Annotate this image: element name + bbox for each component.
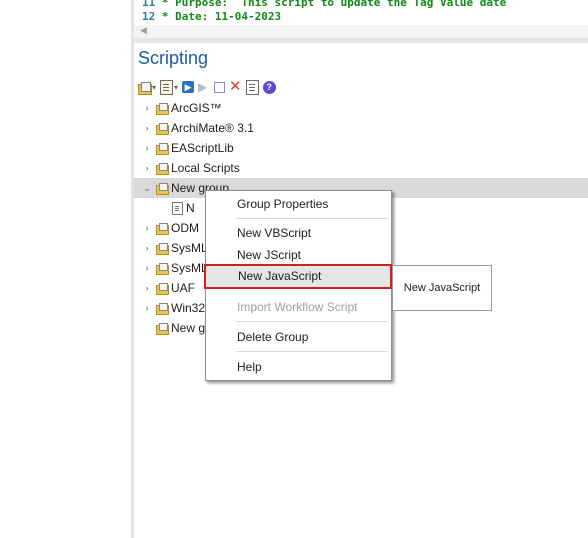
menu-item-help[interactable]: Help [206, 356, 391, 378]
code-line-11: 11 * Purpose: This script to update the … [142, 0, 507, 9]
run-script-button[interactable]: ▶ [182, 79, 195, 95]
panel-title: Scripting [138, 48, 209, 68]
script-group-icon [156, 283, 169, 295]
tooltip: New JavaScript [392, 265, 492, 311]
chevron-right-icon[interactable]: › [142, 143, 152, 153]
context-menu: Group Properties New VBScript New JScrip… [204, 190, 392, 381]
chevron-right-icon[interactable]: › [142, 163, 152, 173]
script-group-icon [156, 223, 169, 235]
debug-script-button[interactable]: ▶ [198, 79, 210, 95]
chevron-right-icon[interactable]: › [142, 223, 152, 233]
help-button[interactable]: ? [262, 79, 276, 95]
script-group-icon [156, 163, 169, 175]
chevron-right-icon[interactable]: › [142, 103, 152, 113]
properties-button[interactable] [245, 79, 259, 95]
menu-separator [236, 321, 388, 322]
code-editor[interactable]: 11 * Purpose: This script to update the … [134, 0, 588, 38]
menu-item-group-properties[interactable]: Group Properties [206, 193, 391, 215]
left-empty-area [0, 0, 131, 538]
chevron-down-icon[interactable]: ▾ [152, 83, 156, 92]
menu-item-new-vbscript[interactable]: New VBScript [206, 222, 391, 244]
stop-script-button[interactable] [214, 79, 226, 95]
script-group-icon [156, 183, 169, 195]
menu-item-delete-group[interactable]: Delete Group [206, 326, 391, 348]
new-script-button[interactable]: ▾ [160, 79, 178, 95]
chevron-down-icon[interactable]: ⌄ [142, 183, 152, 194]
chevron-right-icon[interactable]: › [142, 123, 152, 133]
code-line-12: 12 * Date: 11-04-2023 [142, 10, 282, 23]
scroll-left-icon[interactable]: ◀ [140, 25, 147, 36]
tree-item[interactable]: › ArcGIS™ [134, 98, 588, 118]
new-script-group-button[interactable]: ▾ [138, 79, 156, 95]
chevron-down-icon[interactable]: ▾ [174, 83, 178, 92]
script-group-icon [156, 243, 169, 255]
help-icon: ? [262, 80, 276, 94]
stop-script-icon [214, 81, 226, 93]
menu-item-new-jscript[interactable]: New JScript [206, 244, 391, 266]
tree-item[interactable]: › EAScriptLib [134, 138, 588, 158]
chevron-right-icon[interactable]: › [142, 283, 152, 293]
script-group-icon [156, 303, 169, 315]
horizontal-scrollbar[interactable]: ◀ [134, 25, 588, 38]
menu-separator [236, 351, 388, 352]
script-group-icon [156, 103, 169, 115]
tree-item[interactable]: › ArchiMate® 3.1 [134, 118, 588, 138]
menu-item-import-workflow-script: Import Workflow Script [237, 300, 358, 314]
chevron-right-icon[interactable]: › [142, 243, 152, 253]
run-script-icon: ▶ [182, 81, 195, 93]
debug-script-icon: ▶ [198, 80, 208, 94]
properties-icon [245, 79, 259, 95]
scripting-toolbar: ▾ ▾ ▶ ▶ ✕ ? [138, 78, 276, 96]
script-file-icon [172, 201, 183, 215]
menu-item-new-javascript[interactable]: New JavaScript [204, 264, 392, 289]
menu-separator [236, 218, 388, 219]
new-script-icon [160, 79, 174, 95]
script-group-icon [156, 123, 169, 135]
script-group-icon [156, 263, 169, 275]
tree-item[interactable]: › Local Scripts [134, 158, 588, 178]
delete-icon: ✕ [229, 78, 242, 95]
script-group-icon [156, 323, 169, 335]
script-group-icon [156, 143, 169, 155]
editor-splitter[interactable] [134, 38, 588, 43]
chevron-right-icon[interactable]: › [142, 303, 152, 313]
delete-button[interactable]: ✕ [229, 79, 242, 95]
chevron-right-icon[interactable]: › [142, 263, 152, 273]
new-script-group-icon [138, 81, 152, 95]
